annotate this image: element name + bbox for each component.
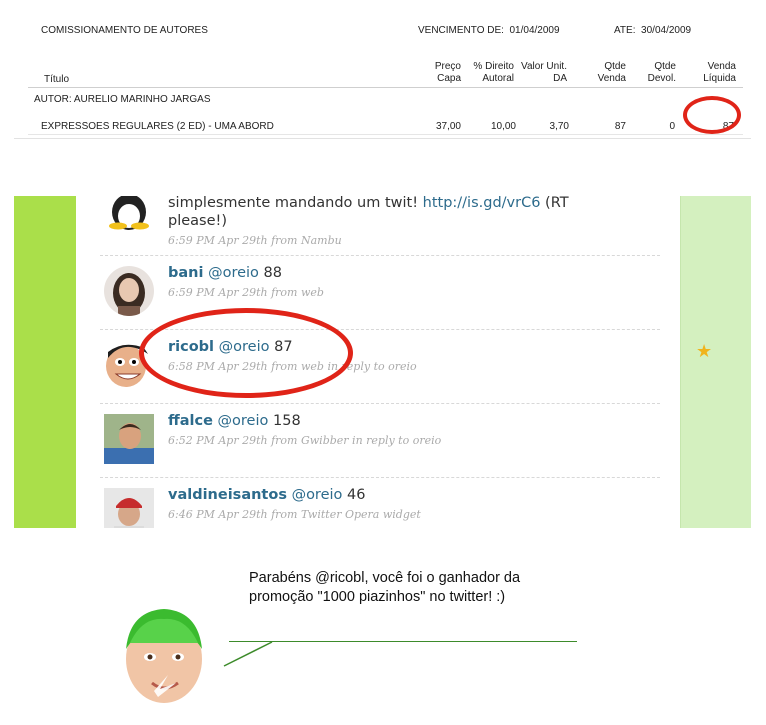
vencimento: VENCIMENTO DE: 01/04/2009 <box>418 25 560 36</box>
tweet-mention[interactable]: @oreio <box>292 487 343 503</box>
highlight-circle-report <box>683 96 741 134</box>
tweet-meta: 6:59 PM Apr 29th from web <box>168 286 324 299</box>
tweet-meta: 6:59 PM Apr 29th from Nambu <box>168 234 342 247</box>
col-titulo: Título <box>44 74 70 85</box>
bani-avatar[interactable] <box>104 266 154 316</box>
vencimento-label: VENCIMENTO DE: <box>418 25 504 36</box>
row-title: EXPRESSOES REGULARES (2 ED) - UMA ABORD <box>41 121 274 132</box>
col-valor-line1: Valor Unit. <box>521 61 567 72</box>
speech-underline <box>229 641 577 642</box>
valdineisantos-avatar[interactable] <box>104 488 154 528</box>
col-direito-line2: Autoral <box>482 73 514 84</box>
col-preco-line1: Preço <box>434 61 461 72</box>
row-qtde-devol: 0 <box>669 121 675 132</box>
commission-report: COMISSIONAMENTO DE AUTORES VENCIMENTO DE… <box>14 14 751 139</box>
tweet-content: 88 <box>258 265 282 281</box>
vencimento-date: 01/04/2009 <box>509 25 560 36</box>
col-venda-liquida-line2: Líquida <box>703 73 736 84</box>
tweet-text: simplesmente mandando um twit! http://is… <box>168 196 588 230</box>
row-direito: 10,00 <box>490 121 516 132</box>
ate-date: 30/04/2009 <box>641 25 692 36</box>
col-qtde-venda-line2: Venda <box>597 73 626 84</box>
tweet-mention[interactable]: @oreio <box>218 413 269 429</box>
tweet-link[interactable]: http://is.gd/vrC6 <box>423 196 541 211</box>
col-qtde-devol-line2: Devol. <box>647 73 676 84</box>
tweet-content: 158 <box>268 413 301 429</box>
col-preco-line2: Capa <box>437 73 461 84</box>
row-qtde-venda: 87 <box>614 121 626 132</box>
ate: ATE: 30/04/2009 <box>614 25 691 36</box>
col-venda-liquida-line1: Venda <box>707 61 736 72</box>
penguin-avatar[interactable] <box>104 196 154 240</box>
ffalce-avatar[interactable] <box>104 414 154 464</box>
tweet-meta: 6:46 PM Apr 29th from Twitter Opera widg… <box>168 508 421 521</box>
col-qtde-devol-line1: Qtde <box>654 61 676 72</box>
tweet-text: bani @oreio 88 <box>168 264 324 282</box>
favorite-star-icon[interactable]: ★ <box>696 342 712 360</box>
ate-label: ATE: <box>614 25 636 36</box>
speech-text: Parabéns @ricobl, você foi o ganhador da… <box>249 570 521 605</box>
tweet-meta: 6:52 PM Apr 29th from Gwibber in reply t… <box>168 434 442 447</box>
header-divider <box>28 87 743 88</box>
tweet: valdineisantos @oreio 46 6:46 PM Apr 29t… <box>76 478 680 528</box>
col-qtde-venda-line1: Qtde <box>604 61 626 72</box>
tweet-mention[interactable]: @oreio <box>208 265 259 281</box>
report-title: COMISSIONAMENTO DE AUTORES <box>41 25 208 36</box>
col-valor: Valor Unit. DA <box>514 61 567 85</box>
tweet-body: bani @oreio 88 6:59 PM Apr 29th from web <box>168 264 324 302</box>
twitter-sidebar <box>680 196 751 528</box>
tweet-text: valdineisantos @oreio 46 <box>168 486 421 504</box>
speech-tail <box>223 641 273 667</box>
col-valor-line2: DA <box>553 73 567 84</box>
tweet-text-part: simplesmente mandando um twit! <box>168 196 423 211</box>
tweet: simplesmente mandando um twit! http://is… <box>76 196 680 256</box>
row-preco: 37,00 <box>435 121 461 132</box>
twitter-screenshot: simplesmente mandando um twit! http://is… <box>14 196 751 528</box>
col-qtde-venda: Qtde Venda <box>574 61 626 85</box>
tweet-text: ffalce @oreio 158 <box>168 412 441 430</box>
col-direito-line1: % Direito <box>473 61 514 72</box>
tweet-username[interactable]: valdineisantos <box>168 487 287 503</box>
row-valor: 3,70 <box>549 121 569 132</box>
kid-avatar <box>120 603 208 707</box>
tweet-content: 46 <box>342 487 366 503</box>
col-venda-liquida: Venda Líquida <box>694 61 736 85</box>
tweet: ffalce @oreio 158 6:52 PM Apr 29th from … <box>76 404 680 478</box>
tweet: bani @oreio 88 6:59 PM Apr 29th from web <box>76 256 680 330</box>
highlight-circle-tweet <box>139 308 353 398</box>
col-direito: % Direito Autoral <box>464 61 514 85</box>
col-preco: Preço Capa <box>419 61 461 85</box>
tweet-body: valdineisantos @oreio 46 6:46 PM Apr 29t… <box>168 486 421 524</box>
tweet-body: ffalce @oreio 158 6:52 PM Apr 29th from … <box>168 412 441 450</box>
author-line: AUTOR: AURELIO MARINHO JARGAS <box>34 94 211 105</box>
col-qtde-devol: Qtde Devol. <box>634 61 676 85</box>
tweet-username[interactable]: bani <box>168 265 203 281</box>
tweet-username[interactable]: ffalce <box>168 413 213 429</box>
row-divider <box>28 134 743 135</box>
tweet-body: simplesmente mandando um twit! http://is… <box>168 196 588 250</box>
